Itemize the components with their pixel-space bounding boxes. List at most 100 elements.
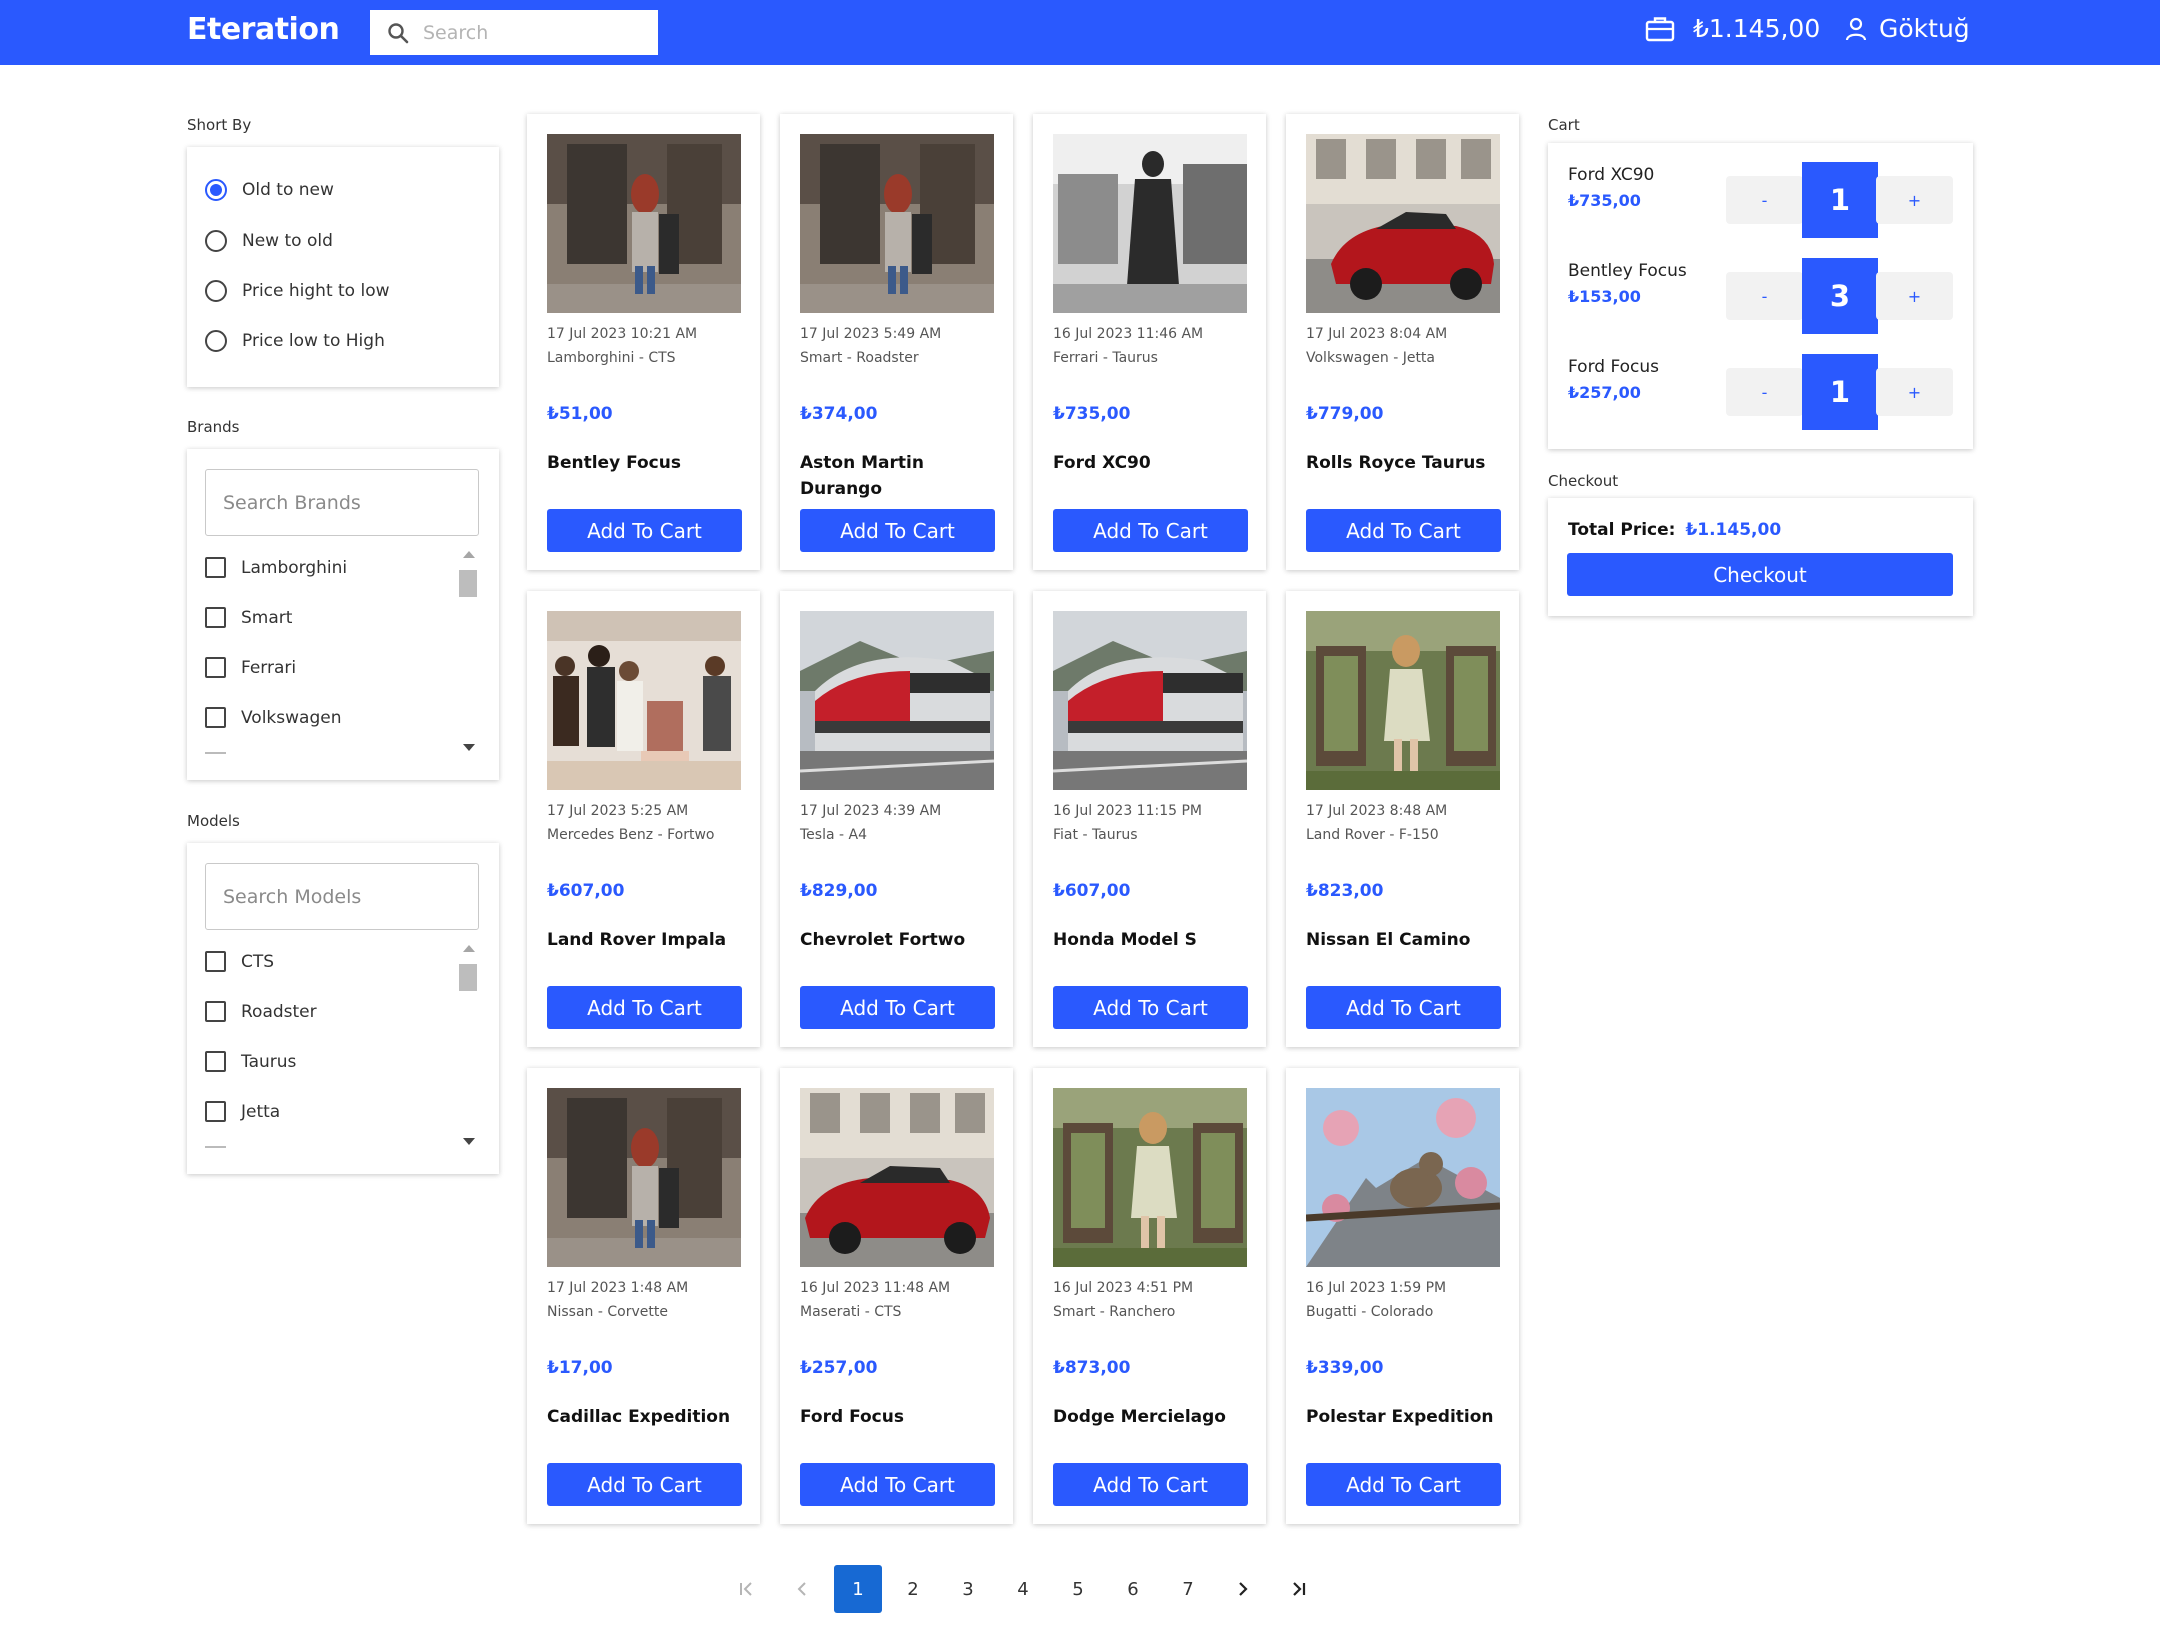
model-checkbox-roadster[interactable]: Roadster: [205, 1001, 317, 1022]
radio[interactable]: [205, 230, 227, 252]
scroll-up-icon[interactable]: [463, 551, 475, 558]
increase-button[interactable]: +: [1876, 176, 1953, 224]
product-image[interactable]: [1306, 134, 1500, 313]
brand-checkbox-volkswagen[interactable]: Volkswagen: [205, 707, 341, 728]
checkbox[interactable]: [205, 557, 226, 578]
add-to-cart-button[interactable]: Add To Cart: [1053, 1463, 1248, 1506]
checkbox[interactable]: [205, 1051, 226, 1072]
checkout-button[interactable]: Checkout: [1567, 553, 1953, 596]
product-name[interactable]: Ford Focus: [800, 1404, 1000, 1430]
product-name[interactable]: Nissan El Camino: [1306, 927, 1506, 953]
page-button-2[interactable]: 2: [889, 1565, 937, 1613]
product-name[interactable]: Aston Martin Durango: [800, 450, 1000, 502]
product-image[interactable]: [1053, 1088, 1247, 1267]
add-to-cart-button[interactable]: Add To Cart: [800, 1463, 995, 1506]
add-to-cart-button[interactable]: Add To Cart: [800, 509, 995, 552]
page-button-6[interactable]: 6: [1109, 1565, 1157, 1613]
add-to-cart-button[interactable]: Add To Cart: [1053, 509, 1248, 552]
decrease-button[interactable]: -: [1726, 176, 1803, 224]
header-cart[interactable]: ₺1.145,00: [1645, 14, 1820, 43]
increase-button[interactable]: +: [1876, 368, 1953, 416]
product-name[interactable]: Honda Model S: [1053, 927, 1253, 953]
add-to-cart-button[interactable]: Add To Cart: [547, 1463, 742, 1506]
page-button-4[interactable]: 4: [999, 1565, 1047, 1613]
product-image[interactable]: [1306, 611, 1500, 790]
product-name[interactable]: Land Rover Impala: [547, 927, 747, 953]
page-button-7[interactable]: 7: [1164, 1565, 1212, 1613]
sort-option-price-low-to-high[interactable]: Price low to High: [205, 330, 385, 352]
app-logo[interactable]: Eteration: [187, 12, 340, 47]
add-to-cart-button[interactable]: Add To Cart: [1306, 509, 1501, 552]
product-name[interactable]: Ford XC90: [1053, 450, 1253, 476]
product-card[interactable]: 16 Jul 2023 4:51 PM Smart - Ranchero ₺87…: [1033, 1068, 1266, 1524]
header-user[interactable]: Göktuğ: [1845, 14, 1970, 43]
sort-option-old-to-new[interactable]: Old to new: [205, 179, 334, 201]
add-to-cart-button[interactable]: Add To Cart: [1306, 1463, 1501, 1506]
quantity-stepper[interactable]: - 1 +: [1726, 354, 1953, 430]
models-search-field[interactable]: [205, 863, 479, 930]
previous-page-button[interactable]: [778, 1565, 826, 1613]
scroll-up-icon[interactable]: [463, 945, 475, 952]
scroll-thumb[interactable]: [459, 570, 477, 597]
page-button-3[interactable]: 3: [944, 1565, 992, 1613]
checkbox[interactable]: [205, 657, 226, 678]
last-page-button[interactable]: [1274, 1565, 1322, 1613]
product-name[interactable]: Cadillac Expedition: [547, 1404, 747, 1430]
checkbox[interactable]: [205, 1001, 226, 1022]
product-image[interactable]: [547, 611, 741, 790]
product-image[interactable]: [1306, 1088, 1500, 1267]
quantity-stepper[interactable]: - 1 +: [1726, 162, 1953, 238]
product-card[interactable]: 17 Jul 2023 5:25 AM Mercedes Benz - Fort…: [527, 591, 760, 1047]
decrease-button[interactable]: -: [1726, 272, 1803, 320]
brands-search-field[interactable]: [205, 469, 479, 536]
page-button-1[interactable]: 1: [834, 1565, 882, 1613]
product-card[interactable]: 17 Jul 2023 8:48 AM Land Rover - F-150 ₺…: [1286, 591, 1519, 1047]
scroll-thumb[interactable]: [459, 964, 477, 991]
product-image[interactable]: [1053, 611, 1247, 790]
radio[interactable]: [205, 330, 227, 352]
sort-option-new-to-old[interactable]: New to old: [205, 230, 333, 252]
next-page-button[interactable]: [1219, 1565, 1267, 1613]
brand-checkbox-smart[interactable]: Smart: [205, 607, 292, 628]
quantity-stepper[interactable]: - 3 +: [1726, 258, 1953, 334]
product-card[interactable]: 16 Jul 2023 11:48 AM Maserati - CTS ₺257…: [780, 1068, 1013, 1524]
product-name[interactable]: Chevrolet Fortwo: [800, 927, 1000, 953]
product-card[interactable]: 16 Jul 2023 11:46 AM Ferrari - Taurus ₺7…: [1033, 114, 1266, 570]
product-name[interactable]: Polestar Expedition: [1306, 1404, 1506, 1430]
product-image[interactable]: [547, 1088, 741, 1267]
scroll-down-icon[interactable]: [463, 744, 475, 751]
decrease-button[interactable]: -: [1726, 368, 1803, 416]
add-to-cart-button[interactable]: Add To Cart: [1053, 986, 1248, 1029]
product-name[interactable]: Dodge Mercielago: [1053, 1404, 1253, 1430]
radio-selected[interactable]: [205, 179, 227, 201]
header-search[interactable]: [370, 10, 658, 55]
first-page-button[interactable]: [723, 1565, 771, 1613]
product-image[interactable]: [800, 1088, 994, 1267]
product-card[interactable]: 17 Jul 2023 5:49 AM Smart - Roadster ₺37…: [780, 114, 1013, 570]
add-to-cart-button[interactable]: Add To Cart: [547, 986, 742, 1029]
product-card[interactable]: 16 Jul 2023 1:59 PM Bugatti - Colorado ₺…: [1286, 1068, 1519, 1524]
product-image[interactable]: [1053, 134, 1247, 313]
radio[interactable]: [205, 280, 227, 302]
brands-search-input[interactable]: [206, 470, 478, 535]
brand-checkbox-lamborghini[interactable]: Lamborghini: [205, 557, 347, 578]
product-card[interactable]: 17 Jul 2023 8:04 AM Volkswagen - Jetta ₺…: [1286, 114, 1519, 570]
checkbox[interactable]: [205, 951, 226, 972]
product-name[interactable]: Bentley Focus: [547, 450, 747, 476]
product-image[interactable]: [800, 611, 994, 790]
product-card[interactable]: 17 Jul 2023 1:48 AM Nissan - Corvette ₺1…: [527, 1068, 760, 1524]
add-to-cart-button[interactable]: Add To Cart: [547, 509, 742, 552]
brand-checkbox-ferrari[interactable]: Ferrari: [205, 657, 296, 678]
product-card[interactable]: 17 Jul 2023 4:39 AM Tesla - A4 ₺829,00 C…: [780, 591, 1013, 1047]
product-card[interactable]: 16 Jul 2023 11:15 PM Fiat - Taurus ₺607,…: [1033, 591, 1266, 1047]
product-image[interactable]: [547, 134, 741, 313]
model-checkbox-cts[interactable]: CTS: [205, 951, 274, 972]
model-checkbox-taurus[interactable]: Taurus: [205, 1051, 296, 1072]
search-input[interactable]: [423, 21, 643, 44]
model-checkbox-jetta[interactable]: Jetta: [205, 1101, 280, 1122]
add-to-cart-button[interactable]: Add To Cart: [1306, 986, 1501, 1029]
scroll-down-icon[interactable]: [463, 1138, 475, 1145]
checkbox[interactable]: [205, 1101, 226, 1122]
product-image[interactable]: [800, 134, 994, 313]
product-card[interactable]: 17 Jul 2023 10:21 AM Lamborghini - CTS ₺…: [527, 114, 760, 570]
